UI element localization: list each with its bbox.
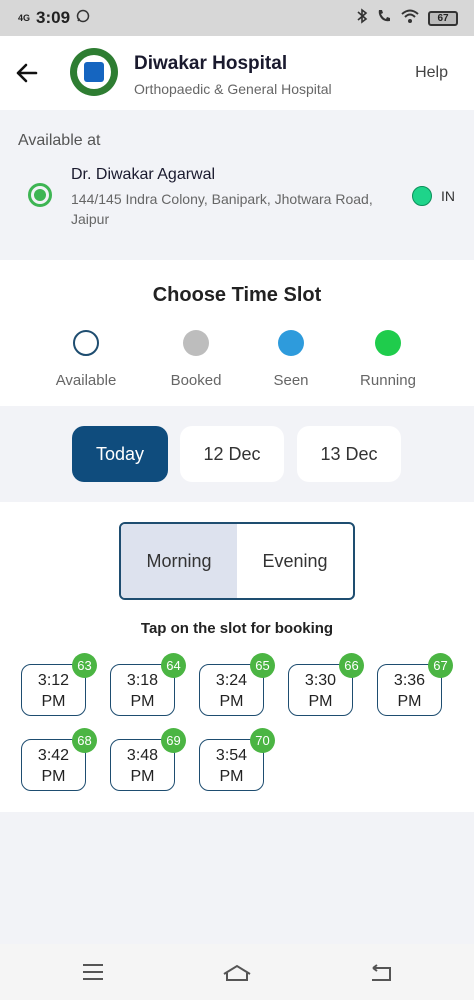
time-slot[interactable]: 3:24 PM 65: [199, 653, 275, 716]
back-arrow-icon[interactable]: [14, 60, 40, 86]
legend-running: Running: [343, 330, 433, 389]
available-at-label: Available at: [18, 132, 101, 149]
call-icon: [376, 8, 392, 28]
time-slot[interactable]: 3:18 PM 64: [110, 653, 186, 716]
time-slot[interactable]: 3:30 PM 66: [288, 653, 364, 716]
booking-instruction: Tap on the slot for booking: [140, 620, 334, 637]
legend-label: Seen: [273, 372, 309, 389]
slots-section: Morning Evening Tap on the slot for book…: [0, 502, 474, 812]
doctor-name: Dr. Diwakar Agarwal: [71, 166, 216, 183]
morning-tab[interactable]: Morning: [121, 524, 237, 598]
choose-time-slot-title: Choose Time Slot: [152, 284, 322, 306]
bluetooth-icon: [356, 8, 368, 28]
slot-period: PM: [219, 768, 244, 785]
doctor-address: 144/145 Indra Colony, Banipark, Jhotwara…: [71, 191, 373, 227]
hospital-name: Diwakar Hospital: [134, 53, 288, 74]
legend-seen: Seen: [246, 330, 336, 389]
slot-period: PM: [397, 693, 422, 710]
slot-period: PM: [41, 693, 66, 710]
running-circle-icon: [375, 330, 401, 356]
slot-number-badge: 67: [428, 653, 453, 678]
time-slot[interactable]: 3:48 PM 69: [110, 728, 186, 791]
network-indicator: 4G: [18, 12, 31, 23]
slot-period: PM: [130, 768, 155, 785]
date-12-dec-button[interactable]: 12 Dec: [180, 426, 284, 482]
legend-label: Running: [360, 372, 416, 389]
slot-number-badge: 68: [72, 728, 97, 753]
seen-circle-icon: [278, 330, 304, 356]
battery-icon: 67: [428, 10, 458, 26]
slot-number-badge: 66: [339, 653, 364, 678]
time-slot-legend-card: Choose Time Slot Available Booked Seen R…: [0, 260, 474, 406]
evening-tab[interactable]: Evening: [237, 524, 353, 598]
system-nav-bar: [0, 944, 474, 1000]
slot-period: PM: [219, 693, 244, 710]
help-link[interactable]: Help: [415, 64, 448, 82]
status-text: IN: [441, 188, 455, 204]
home-icon[interactable]: [221, 962, 253, 989]
status-dot: [412, 186, 432, 206]
date-today-button[interactable]: Today: [72, 426, 168, 482]
status-time: 3:09: [36, 8, 71, 27]
time-slot[interactable]: 3:36 PM 67: [377, 653, 453, 716]
status-bar: 4G 3:09 67: [0, 0, 474, 36]
session-toggle: Morning Evening: [119, 522, 355, 600]
menu-icon[interactable]: [81, 962, 105, 987]
legend-available: Available: [41, 330, 131, 389]
available-circle-icon: [73, 330, 99, 356]
hospital-logo: [70, 48, 118, 96]
time-slot[interactable]: 3:12 PM 63: [21, 653, 97, 716]
hospital-subtitle: Orthopaedic & General Hospital: [134, 81, 332, 97]
doctor-radio[interactable]: [28, 183, 52, 207]
time-slot[interactable]: 3:54 PM 70: [199, 728, 275, 791]
back-icon[interactable]: [368, 962, 394, 989]
slot-number-badge: 70: [250, 728, 275, 753]
whatsapp-icon: [76, 9, 90, 27]
date-selector: Today 12 Dec 13 Dec: [0, 406, 474, 502]
slot-number-badge: 69: [161, 728, 186, 753]
booked-circle-icon: [183, 330, 209, 356]
legend-label: Booked: [170, 372, 222, 389]
slot-period: PM: [130, 693, 155, 710]
slot-period: PM: [41, 768, 66, 785]
legend-label: Available: [55, 372, 117, 389]
slot-number-badge: 64: [161, 653, 186, 678]
wifi-icon: [400, 8, 420, 28]
time-slot[interactable]: 3:42 PM 68: [21, 728, 97, 791]
slot-period: PM: [308, 693, 333, 710]
availability-section: Available at Dr. Diwakar Agarwal 144/145…: [0, 110, 474, 260]
slot-number-badge: 63: [72, 653, 97, 678]
legend-booked: Booked: [151, 330, 241, 389]
app-header: Diwakar Hospital Orthopaedic & General H…: [0, 36, 474, 110]
date-13-dec-button[interactable]: 13 Dec: [297, 426, 401, 482]
slot-number-badge: 65: [250, 653, 275, 678]
